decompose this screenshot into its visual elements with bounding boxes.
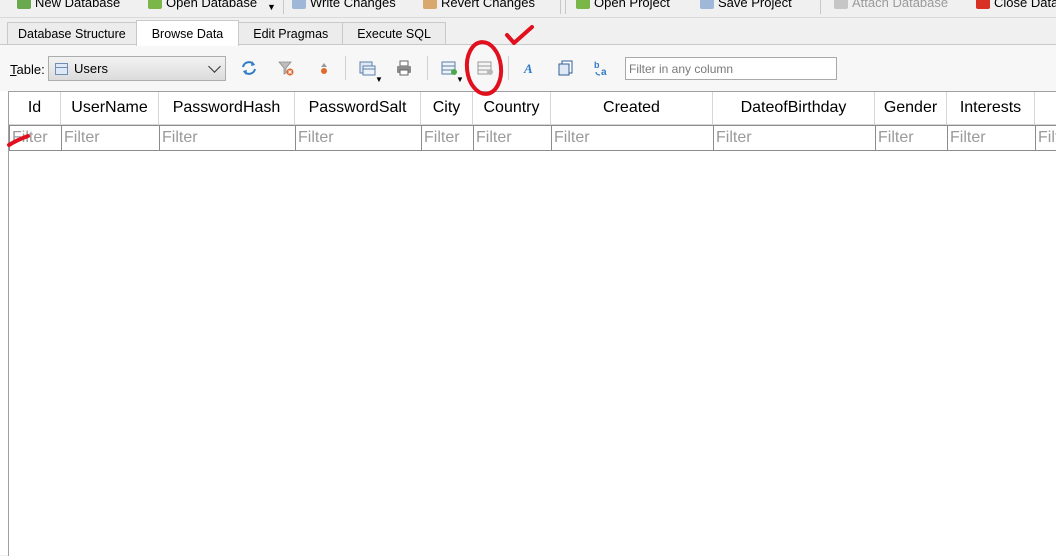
filter-row xyxy=(9,125,1056,151)
column-header-interests[interactable]: Interests xyxy=(947,92,1035,125)
header-row: Id UserName PasswordHash PasswordSalt Ci… xyxy=(9,92,1056,125)
save-project-button[interactable]: Save Project xyxy=(700,0,792,12)
filter-input-next[interactable] xyxy=(1035,125,1056,151)
clear-sorting-button[interactable] xyxy=(314,58,334,78)
svg-text:a: a xyxy=(601,67,607,77)
filter-input-created[interactable] xyxy=(551,125,714,151)
filter-input-gender[interactable] xyxy=(875,125,948,151)
refresh-button[interactable] xyxy=(239,58,259,78)
filter-input-country[interactable] xyxy=(473,125,552,151)
save-table-icon xyxy=(359,61,376,76)
revert-changes-button[interactable]: Revert Changes xyxy=(423,0,535,12)
filter-input-dateofbirthday[interactable] xyxy=(713,125,876,151)
filter-input-id[interactable] xyxy=(9,125,62,151)
new-database-button[interactable]: New Database xyxy=(17,0,120,12)
toolbar-divider xyxy=(345,56,346,80)
replace-icon: b a xyxy=(594,60,607,77)
column-header-passwordsalt[interactable]: PasswordSalt xyxy=(295,92,421,125)
print-button[interactable] xyxy=(394,58,414,78)
clear-filter-icon xyxy=(278,61,294,76)
svg-text:A: A xyxy=(523,61,533,76)
encoding-icon xyxy=(558,60,573,76)
set-encoding-button[interactable] xyxy=(556,58,576,78)
column-header-dateofbirthday[interactable]: DateofBirthday xyxy=(713,92,875,125)
toolbar-divider xyxy=(427,56,428,80)
toolbar-divider xyxy=(508,56,509,80)
close-database-icon xyxy=(976,0,990,9)
refresh-icon xyxy=(242,61,256,75)
filter-input-username[interactable] xyxy=(61,125,160,151)
find-replace-button[interactable]: b a xyxy=(592,58,612,78)
open-database-dropdown-icon[interactable]: ▼ xyxy=(267,2,276,12)
column-header-next[interactable] xyxy=(1035,92,1056,125)
new-database-icon xyxy=(17,0,31,9)
printer-icon xyxy=(397,60,411,76)
filter-input-interests[interactable] xyxy=(947,125,1036,151)
column-header-gender[interactable]: Gender xyxy=(875,92,947,125)
column-header-created[interactable]: Created xyxy=(551,92,713,125)
column-header-passwordhash[interactable]: PasswordHash xyxy=(159,92,295,125)
tab-bar: Database Structure Browse Data Edit Prag… xyxy=(7,20,446,46)
filter-input-passwordsalt[interactable] xyxy=(295,125,422,151)
new-record-dropdown-icon[interactable]: ▼ xyxy=(456,75,464,84)
write-changes-button[interactable]: Write Changes xyxy=(292,0,396,12)
text-format-button[interactable]: A xyxy=(520,58,540,78)
table-icon xyxy=(55,62,68,75)
save-project-icon xyxy=(700,0,714,9)
column-header-city[interactable]: City xyxy=(421,92,473,125)
revert-changes-icon xyxy=(423,0,437,9)
delete-record-button[interactable] xyxy=(475,58,495,78)
tab-edit-pragmas[interactable]: Edit Pragmas xyxy=(238,22,344,45)
table-select[interactable]: Users xyxy=(48,56,226,81)
close-database-button[interactable]: Close Database xyxy=(976,0,1056,12)
sort-icon xyxy=(321,63,327,74)
svg-text:b: b xyxy=(594,60,600,70)
tab-database-structure[interactable]: Database Structure xyxy=(7,22,137,45)
attach-database-icon xyxy=(834,0,848,9)
toolbar-divider xyxy=(565,0,566,14)
toolbar-divider xyxy=(560,0,561,14)
browse-toolbar: Table: Users ▼ ▼ A b a Filter in any col… xyxy=(0,45,1056,91)
annotation-checkmark xyxy=(505,25,534,45)
tab-execute-sql[interactable]: Execute SQL xyxy=(342,22,446,45)
save-table-as-button[interactable] xyxy=(357,58,377,78)
data-grid[interactable]: Id UserName PasswordHash PasswordSalt Ci… xyxy=(8,91,1056,556)
clear-filters-button[interactable] xyxy=(276,58,296,78)
write-changes-icon xyxy=(292,0,306,9)
open-project-icon xyxy=(576,0,590,9)
open-project-button[interactable]: Open Project xyxy=(576,0,670,12)
filter-input-passwordhash[interactable] xyxy=(159,125,296,151)
attach-database-button[interactable]: Attach Database xyxy=(834,0,948,12)
column-header-country[interactable]: Country xyxy=(473,92,551,125)
main-toolbar: New Database Open Database ▼ Write Chang… xyxy=(0,0,1056,18)
column-header-id[interactable]: Id xyxy=(9,92,61,125)
toolbar-divider xyxy=(820,0,821,14)
open-database-icon xyxy=(148,0,162,9)
filter-input-city[interactable] xyxy=(421,125,474,151)
tab-browse-data[interactable]: Browse Data xyxy=(135,20,240,46)
toolbar-divider xyxy=(283,0,284,14)
column-header-username[interactable]: UserName xyxy=(61,92,159,125)
chevron-down-icon xyxy=(208,60,221,73)
browse-data-panel: Table: Users ▼ ▼ A b a Filter in any col… xyxy=(0,44,1056,556)
table-label: Table: xyxy=(10,62,45,77)
font-icon: A xyxy=(523,61,533,76)
filter-any-column-input[interactable] xyxy=(625,57,837,80)
delete-record-icon xyxy=(477,61,493,75)
open-database-button[interactable]: Open Database xyxy=(148,0,257,12)
save-table-dropdown-icon[interactable]: ▼ xyxy=(375,75,383,84)
